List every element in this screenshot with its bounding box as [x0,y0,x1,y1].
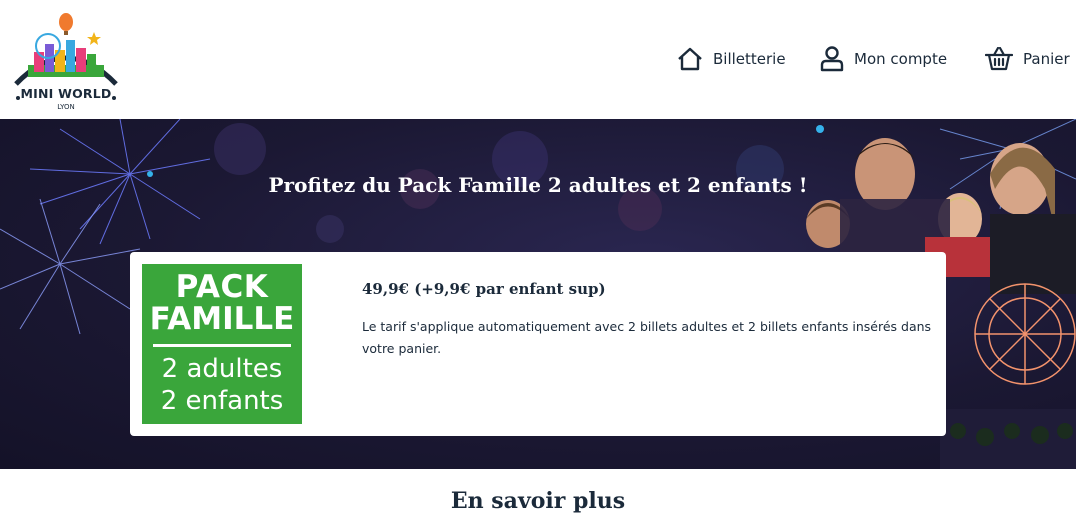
nav-mon-compte[interactable]: Mon compte [820,46,947,72]
logo-illustration [14,13,118,86]
badge-line-3: 2 adultes [161,354,283,384]
offer-card: PACK FAMILLE 2 adultes 2 enfants 49,9€ (… [130,252,946,436]
offer-description: Le tarif s'applique automatiquement avec… [362,319,932,356]
home-icon [677,47,703,71]
badge-line-2: FAMILLE [149,301,295,337]
cart-nav: Panier [985,44,1070,74]
badge-line-1: PACK [175,269,269,305]
badge-divider [153,344,291,347]
badge-line-4: 2 enfants [160,386,284,416]
nav-billetterie-label: Billetterie [713,50,786,68]
mini-world-logo[interactable]: MINI WORLD LYON [10,10,122,111]
basket-icon [985,47,1013,71]
logo-name: MINI WORLD [20,86,112,101]
nav-mon-compte-label: Mon compte [854,50,948,68]
offer-price: 49,9€ (+9,9€ par enfant sup) [362,280,606,298]
main-nav: Billetterie [677,44,786,74]
section-title-en-savoir-plus: En savoir plus [450,488,626,514]
nav-panier-label: Panier [1023,50,1070,68]
nav-billetterie[interactable]: Billetterie [677,47,786,71]
logo-city: LYON [57,103,75,111]
account-nav: Mon compte [820,44,947,74]
promo-banner: Profitez du Pack Famille 2 adultes et 2 … [0,119,1076,469]
site-header: MINI WORLD LYON Billetterie Mon compte P… [0,0,1076,119]
banner-title: Profitez du Pack Famille 2 adultes et 2 … [268,173,808,197]
nav-panier[interactable]: Panier [985,47,1070,71]
pack-famille-badge: PACK FAMILLE 2 adultes 2 enfants [142,264,302,424]
user-icon [820,46,844,72]
